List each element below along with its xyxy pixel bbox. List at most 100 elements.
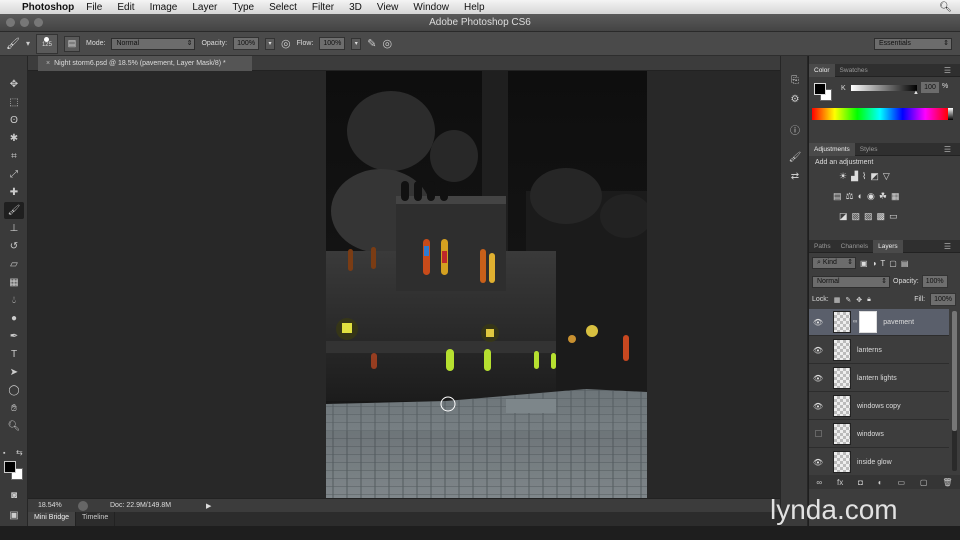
type-tool-icon[interactable]: T: [4, 346, 24, 363]
tab-channels[interactable]: Channels: [836, 240, 873, 253]
spotlight-icon[interactable]: 🔍︎: [939, 2, 952, 13]
k-slider-thumb-icon[interactable]: ▲: [913, 90, 919, 96]
canvas-area[interactable]: [28, 71, 780, 498]
pressure-size-icon[interactable]: ◎: [383, 37, 393, 50]
tab-timeline[interactable]: Timeline: [76, 512, 116, 526]
lasso-tool-icon[interactable]: ʘ: [4, 112, 24, 129]
document-close-icon[interactable]: ×: [46, 60, 50, 67]
flow-field[interactable]: 100%: [319, 37, 346, 50]
gradient-tool-icon[interactable]: ▦: [4, 274, 24, 291]
lock-pixels-icon[interactable]: ✎: [845, 296, 851, 304]
menu-select[interactable]: Select: [269, 2, 297, 13]
add-mask-icon[interactable]: ◘: [858, 478, 863, 487]
layer-name[interactable]: lantern lights: [857, 375, 897, 382]
filter-pixel-icon[interactable]: ▣: [860, 259, 868, 268]
new-adjustment-icon[interactable]: ◐: [878, 478, 883, 487]
brightness-contrast-icon[interactable]: ☀: [839, 171, 847, 182]
vibrance-icon[interactable]: ▽: [883, 171, 890, 182]
minimize-window-button[interactable]: [20, 18, 29, 27]
pressure-opacity-icon[interactable]: ◎: [281, 37, 291, 50]
invert-icon[interactable]: ◪: [839, 211, 848, 222]
menu-layer[interactable]: Layer: [192, 2, 217, 13]
visibility-eye-icon[interactable]: 👁︎: [809, 458, 827, 467]
layer-name[interactable]: windows: [857, 431, 884, 438]
zoom-tool-icon[interactable]: 🔍︎: [4, 418, 24, 435]
mask-link-icon[interactable]: ∞: [853, 319, 857, 325]
hue-saturation-icon[interactable]: ▤: [833, 191, 842, 202]
layer-style-icon[interactable]: fx: [837, 478, 843, 487]
menu-window[interactable]: Window: [413, 2, 449, 13]
brush-panel-toggle-icon[interactable]: ▤: [63, 35, 80, 52]
k-value-field[interactable]: 100: [921, 82, 939, 93]
brush-tool-icon[interactable]: 🖌︎: [4, 202, 24, 219]
black-white-icon[interactable]: ◐: [858, 191, 863, 202]
default-colors-icon[interactable]: ▪: [3, 450, 5, 457]
menu-3d[interactable]: 3D: [349, 2, 362, 13]
layers-scrollbar-thumb[interactable]: [952, 311, 957, 431]
filter-smart-object-icon[interactable]: ▤: [901, 259, 909, 268]
foreground-color-swatch[interactable]: [4, 461, 16, 473]
color-fg-swatch[interactable]: [814, 83, 826, 95]
path-selection-tool-icon[interactable]: ➤: [4, 364, 24, 381]
menu-image[interactable]: Image: [150, 2, 178, 13]
airbrush-icon[interactable]: ✎: [367, 37, 376, 50]
layer-filter-kind-select[interactable]: ⌕ Kind: [812, 257, 856, 269]
new-group-icon[interactable]: ▭: [897, 478, 905, 487]
color-spectrum-ramp[interactable]: [812, 108, 948, 120]
swap-colors-icon[interactable]: ⇆: [16, 448, 23, 457]
layer-name[interactable]: inside glow: [857, 459, 892, 466]
move-tool-icon[interactable]: ✥: [4, 76, 24, 93]
tab-paths[interactable]: Paths: [809, 240, 836, 253]
eraser-tool-icon[interactable]: ▱: [4, 256, 24, 273]
brush-tool-preset-icon[interactable]: 🖌︎: [6, 37, 20, 50]
filter-adjustment-icon[interactable]: ◑: [872, 259, 877, 268]
menu-edit[interactable]: Edit: [117, 2, 134, 13]
menu-help[interactable]: Help: [464, 2, 485, 13]
dodge-tool-icon[interactable]: ●: [4, 310, 24, 327]
layer-opacity-field[interactable]: 100%: [921, 275, 948, 288]
properties-panel-icon[interactable]: ⚙︎: [785, 91, 805, 107]
layers-scrollbar[interactable]: [952, 311, 957, 471]
tab-layers[interactable]: Layers: [873, 239, 903, 253]
tab-mini-bridge[interactable]: Mini Bridge: [28, 512, 77, 526]
healing-brush-tool-icon[interactable]: ✚: [4, 184, 24, 201]
channel-mixer-icon[interactable]: ☘: [879, 191, 887, 202]
tab-adjustments[interactable]: Adjustments: [809, 142, 855, 156]
new-layer-icon[interactable]: ▢: [920, 478, 928, 487]
tab-color[interactable]: Color: [809, 63, 835, 77]
clone-stamp-tool-icon[interactable]: ⊥: [4, 220, 24, 237]
layer-name[interactable]: lanterns: [857, 347, 882, 354]
zoom-level[interactable]: 18.54%: [38, 502, 74, 509]
layer-row-pavement[interactable]: 👁︎ ∞ pavement: [809, 309, 949, 336]
layer-name[interactable]: windows copy: [857, 403, 901, 410]
exposure-icon[interactable]: ◩: [870, 171, 879, 182]
posterize-icon[interactable]: ▧: [852, 211, 861, 222]
history-brush-tool-icon[interactable]: ↺: [4, 238, 24, 255]
visibility-eye-icon[interactable]: 👁︎: [809, 374, 827, 383]
blur-tool-icon[interactable]: 💧︎: [4, 292, 24, 309]
filter-shape-icon[interactable]: ▢: [889, 259, 897, 268]
marquee-tool-icon[interactable]: ⬚: [4, 94, 24, 111]
link-layers-icon[interactable]: ∞: [816, 478, 822, 487]
levels-icon[interactable]: ▟: [851, 171, 858, 182]
crop-tool-icon[interactable]: ⌗: [4, 148, 24, 165]
info-panel-icon[interactable]: ⓘ: [785, 121, 805, 137]
hand-tool-icon[interactable]: ✋︎: [4, 400, 24, 417]
tab-styles[interactable]: Styles: [855, 143, 883, 156]
close-window-button[interactable]: [6, 18, 15, 27]
layer-row-inside-glow[interactable]: 👁︎ inside glow: [809, 449, 949, 473]
delete-layer-icon[interactable]: 🗑︎: [942, 478, 952, 487]
flow-dropdown-icon[interactable]: ▾: [351, 37, 362, 50]
adjustments-menu-icon[interactable]: ☰: [939, 143, 956, 156]
history-panel-icon[interactable]: ⎘: [785, 72, 805, 88]
layer-name[interactable]: pavement: [883, 319, 914, 326]
layer-row-lanterns[interactable]: 👁︎ lanterns: [809, 337, 949, 364]
color-balance-icon[interactable]: ⚖︎: [846, 191, 854, 202]
brush-presets-icon[interactable]: 🖌︎: [785, 149, 805, 165]
document-canvas[interactable]: [326, 71, 647, 498]
quick-select-tool-icon[interactable]: ✱: [4, 130, 24, 147]
status-info-icon[interactable]: [78, 500, 88, 511]
threshold-icon[interactable]: ▨: [864, 211, 873, 222]
brush-size-picker[interactable]: 125: [35, 33, 58, 54]
workspace-select[interactable]: Essentials: [874, 37, 952, 50]
